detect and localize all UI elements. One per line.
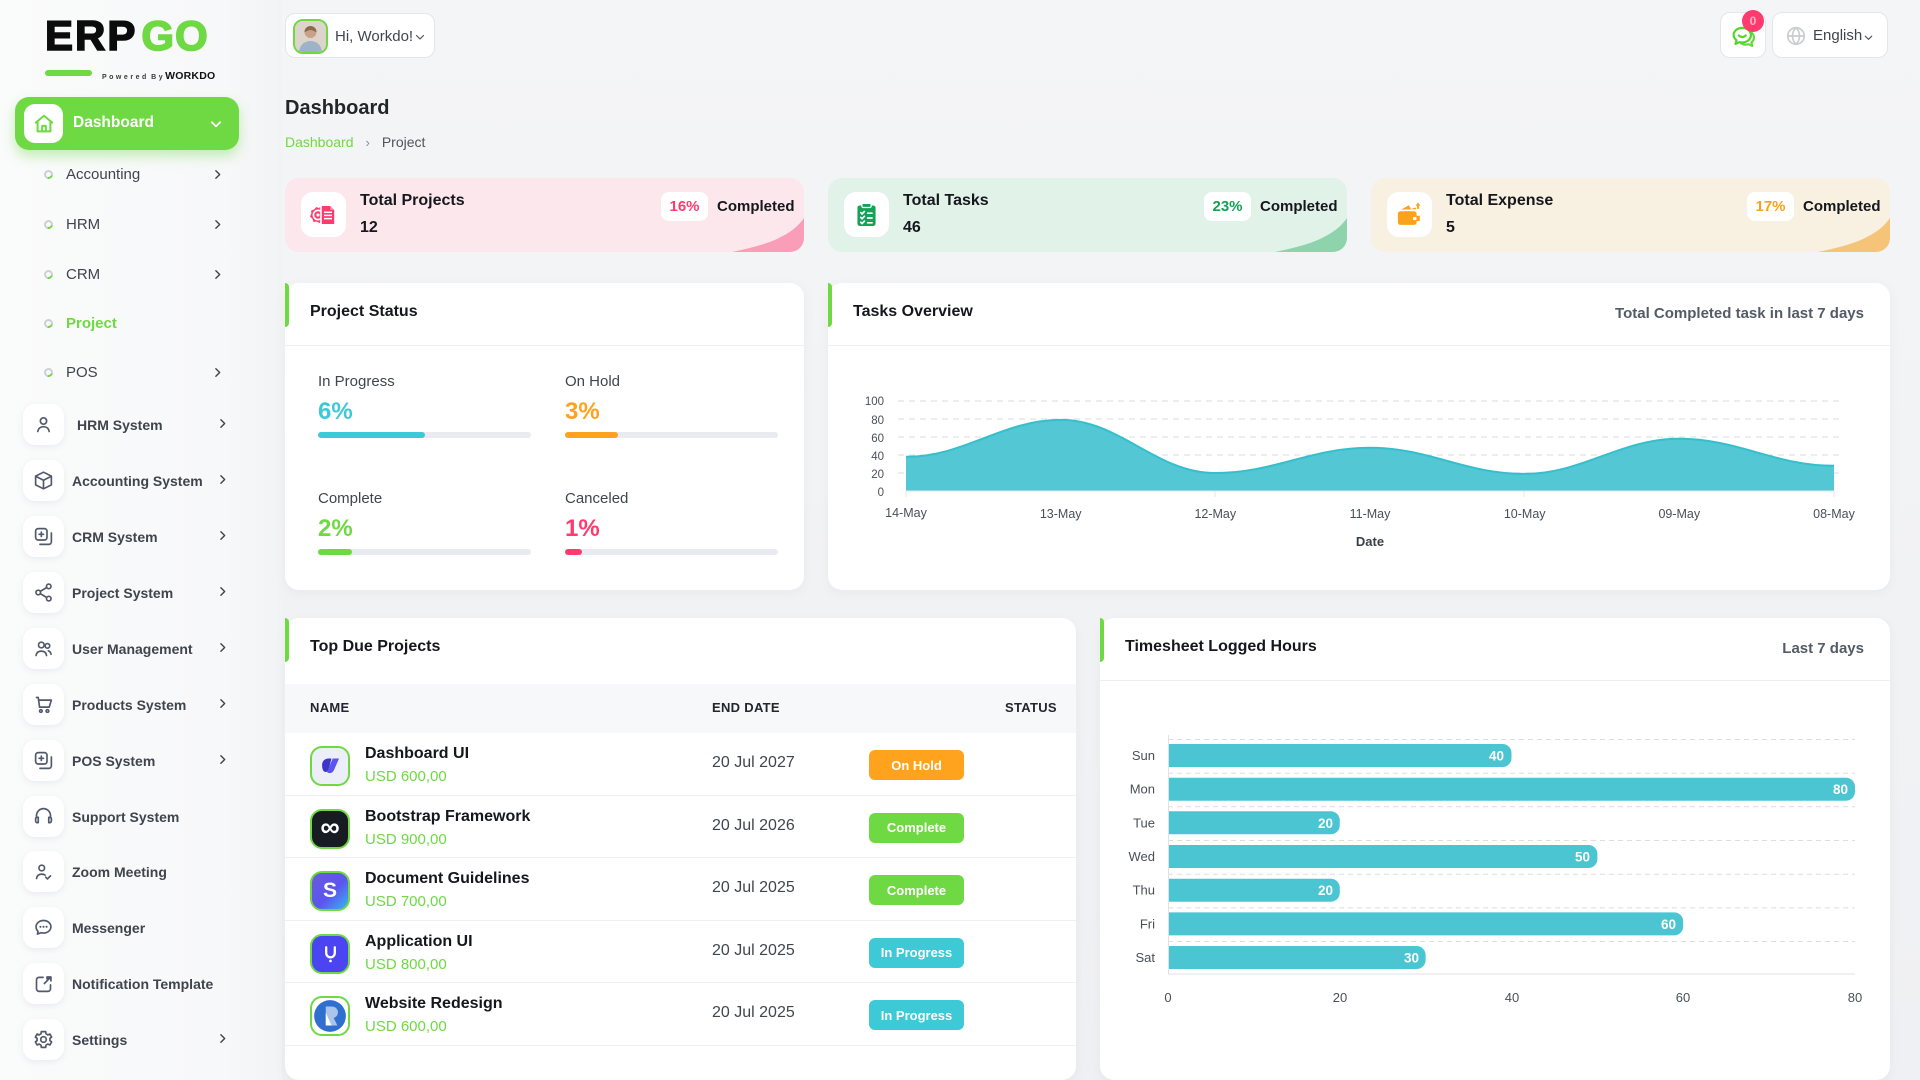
svg-text:20: 20 xyxy=(871,469,884,481)
svg-text:Fri: Fri xyxy=(1140,916,1155,931)
svg-text:08-May: 08-May xyxy=(1813,507,1855,521)
svg-text:80: 80 xyxy=(871,415,884,427)
svg-text:60: 60 xyxy=(1676,990,1690,1005)
svg-text:60: 60 xyxy=(871,433,884,445)
svg-text:13-May: 13-May xyxy=(1040,507,1082,521)
svg-text:60: 60 xyxy=(1661,917,1676,932)
svg-text:80: 80 xyxy=(1848,990,1862,1005)
svg-text:Wed: Wed xyxy=(1129,849,1156,864)
svg-text:11-May: 11-May xyxy=(1350,507,1392,521)
svg-text:10-May: 10-May xyxy=(1504,507,1546,521)
svg-text:40: 40 xyxy=(1489,749,1504,764)
svg-text:12-May: 12-May xyxy=(1194,507,1236,521)
svg-text:20: 20 xyxy=(1318,883,1333,898)
svg-text:30: 30 xyxy=(1404,951,1419,966)
svg-text:Mon: Mon xyxy=(1130,782,1155,797)
svg-text:Thu: Thu xyxy=(1133,883,1155,898)
svg-text:40: 40 xyxy=(871,451,884,463)
svg-text:80: 80 xyxy=(1833,782,1848,797)
svg-text:0: 0 xyxy=(878,487,884,499)
svg-text:Sun: Sun xyxy=(1132,748,1155,763)
svg-text:100: 100 xyxy=(865,396,884,408)
svg-text:Tue: Tue xyxy=(1133,815,1155,830)
svg-text:20: 20 xyxy=(1333,990,1347,1005)
svg-text:Sat: Sat xyxy=(1135,950,1155,965)
svg-text:40: 40 xyxy=(1505,990,1519,1005)
svg-text:14-May: 14-May xyxy=(885,506,927,520)
svg-text:50: 50 xyxy=(1575,850,1590,865)
svg-text:09-May: 09-May xyxy=(1658,507,1700,521)
svg-text:Date: Date xyxy=(1356,534,1384,549)
svg-text:20: 20 xyxy=(1318,816,1333,831)
svg-text:0: 0 xyxy=(1164,990,1171,1005)
